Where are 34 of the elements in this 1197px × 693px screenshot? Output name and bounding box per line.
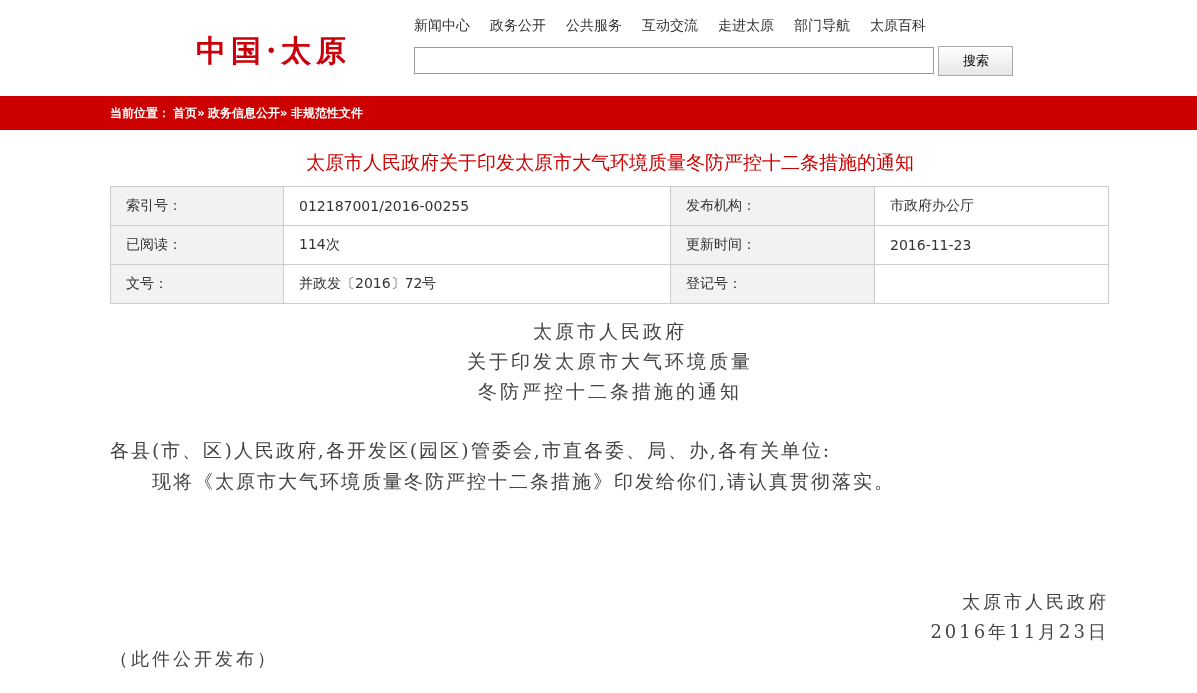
- meta-label: 登记号：: [670, 264, 875, 304]
- document-heading: 冬防严控十二条措施的通知: [476, 379, 743, 404]
- meta-label: 文号：: [110, 264, 284, 304]
- breadcrumb-link[interactable]: 政务信息公开»: [207, 104, 288, 122]
- nav-link[interactable]: 互动交流: [642, 17, 698, 37]
- breadcrumb-link[interactable]: 非规范性文件: [290, 104, 363, 122]
- site-logo[interactable]: 中国·太原: [196, 31, 414, 96]
- publication-note: （此件公开发布）: [110, 647, 279, 671]
- breadcrumb-link[interactable]: 首页»: [173, 104, 205, 122]
- search-button[interactable]: 搜索: [938, 46, 1013, 76]
- nav-link[interactable]: 公共服务: [566, 17, 622, 37]
- meta-label: 更新时间：: [670, 225, 875, 265]
- document-heading: 太原市人民政府: [531, 319, 688, 344]
- meta-value: 并政发〔2016〕72号: [283, 264, 671, 304]
- meta-label: 索引号：: [110, 186, 284, 226]
- nav-link[interactable]: 政务公开: [490, 17, 546, 37]
- signature-text: 太原市人民政府: [962, 590, 1109, 614]
- document-heading: 关于印发太原市大气环境质量: [465, 349, 754, 374]
- nav-link[interactable]: 太原百科: [870, 17, 926, 37]
- meta-label: 发布机构：: [670, 186, 875, 226]
- nav-link[interactable]: 新闻中心: [414, 17, 470, 37]
- nav-link[interactable]: 走进太原: [718, 17, 774, 37]
- body-text: 现将《太原市大气环境质量冬防严控十二条措施》印发给你们,请认真贯彻落实。: [151, 469, 897, 494]
- signature-text: 2016年11月23日: [930, 620, 1109, 644]
- breadcrumb-label: 当前位置：: [110, 104, 170, 122]
- meta-value: 2016-11-23: [874, 225, 1109, 265]
- article-title: 太原市人民政府关于印发太原市大气环境质量冬防严控十二条措施的通知: [304, 150, 915, 175]
- meta-value: 市政府办公厅: [874, 186, 1109, 226]
- search-field[interactable]: [414, 47, 934, 74]
- meta-value: 114次: [283, 225, 671, 265]
- meta-label: 已阅读：: [110, 225, 284, 265]
- addressee-text: 各县(市、区)人民政府,各开发区(园区)管委会,市直各委、局、办,各有关单位:: [110, 438, 833, 463]
- nav-link[interactable]: 部门导航: [794, 17, 850, 37]
- meta-value: 012187001/2016-00255: [283, 186, 671, 226]
